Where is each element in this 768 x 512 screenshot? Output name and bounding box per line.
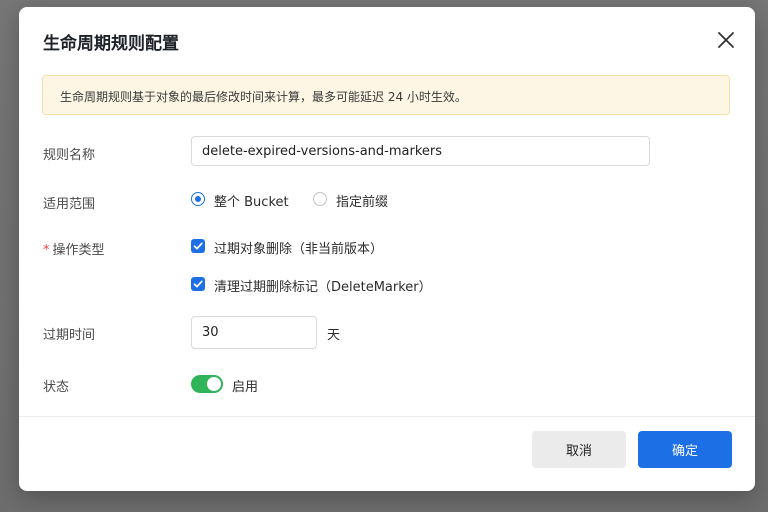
checkbox-label: 清理过期删除标记（DeleteMarker） [214,280,432,295]
dialog-header: 生命周期规则配置 [19,7,755,73]
expiry-label: 过期时间 [43,328,96,343]
expiry-days-input[interactable] [191,316,317,349]
scope-radio-prefix[interactable]: 指定前缀 [313,191,393,210]
status-label: 状态 [43,380,70,395]
footer-divider [19,416,755,417]
check-icon [193,242,203,250]
radio-unselected-indicator [313,192,327,206]
close-button[interactable] [715,29,737,51]
lifecycle-rule-dialog: 生命周期规则配置 生命周期规则基于对象的最后修改时间来计算，最多可能延迟 24 … [19,7,755,491]
status-toggle-label: 启用 [232,380,259,395]
checkbox-label: 过期对象删除（非当前版本） [214,242,384,257]
info-notice: 生命周期规则基于对象的最后修改时间来计算，最多可能延迟 24 小时生效。 [42,75,730,115]
dialog-title: 生命周期规则配置 [43,34,179,54]
checkbox-clean-delete-marker[interactable]: 清理过期删除标记（DeleteMarker） [191,276,432,295]
check-icon [193,280,203,288]
scope-option-label: 指定前缀 [336,195,389,210]
required-mark: * [43,243,50,258]
rule-name-input[interactable] [191,136,650,166]
action-type-label-text: 操作类型 [52,243,105,258]
scope-option-label: 整个 Bucket [214,195,289,210]
checkbox-expire-noncurrent[interactable]: 过期对象删除（非当前版本） [191,238,391,257]
close-icon [718,32,734,48]
notice-text: 生命周期规则基于对象的最后修改时间来计算，最多可能延迟 24 小时生效。 [60,90,467,104]
rule-name-label: 规则名称 [43,148,96,163]
radio-selected-indicator [191,192,205,206]
action-type-label: * 操作类型 [43,239,105,258]
toggle-knob [207,377,221,391]
confirm-button[interactable]: 确定 [638,431,732,468]
scope-label: 适用范围 [43,197,96,212]
expiry-unit: 天 [327,328,341,343]
scope-radio-whole-bucket[interactable]: 整个 Bucket [191,191,291,210]
checkbox-checked [191,239,205,253]
cancel-button[interactable]: 取消 [532,431,626,468]
checkbox-checked [191,277,205,291]
status-toggle[interactable] [191,375,223,393]
